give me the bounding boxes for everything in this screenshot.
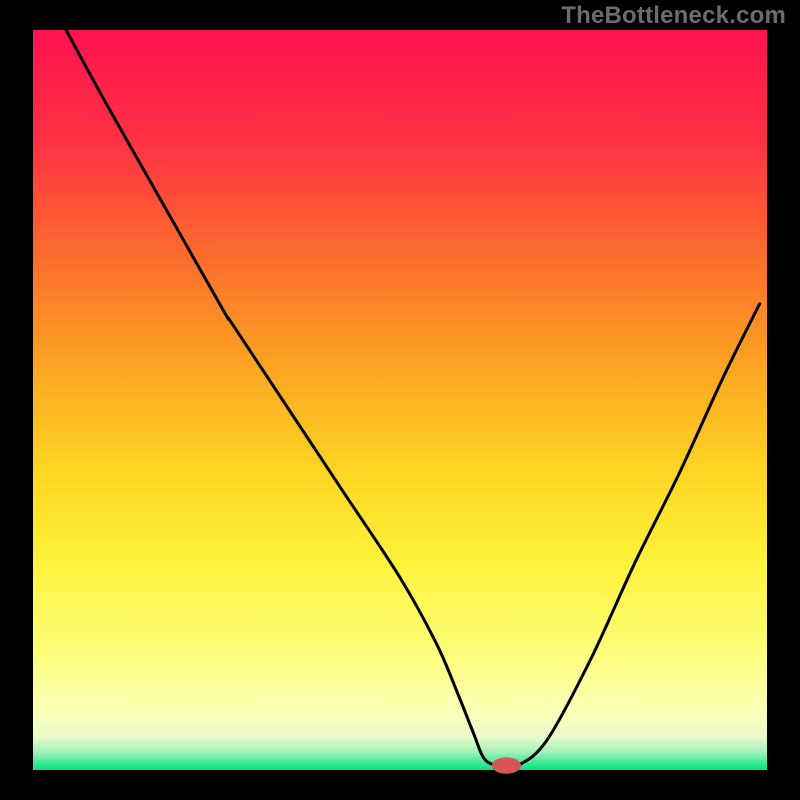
optimal-point-marker xyxy=(492,757,521,773)
chart-background xyxy=(33,30,767,770)
watermark-label: TheBottleneck.com xyxy=(561,2,786,30)
chart-container: { "watermark": "TheBottleneck.com", "cha… xyxy=(0,0,800,800)
bottleneck-chart xyxy=(0,0,800,800)
